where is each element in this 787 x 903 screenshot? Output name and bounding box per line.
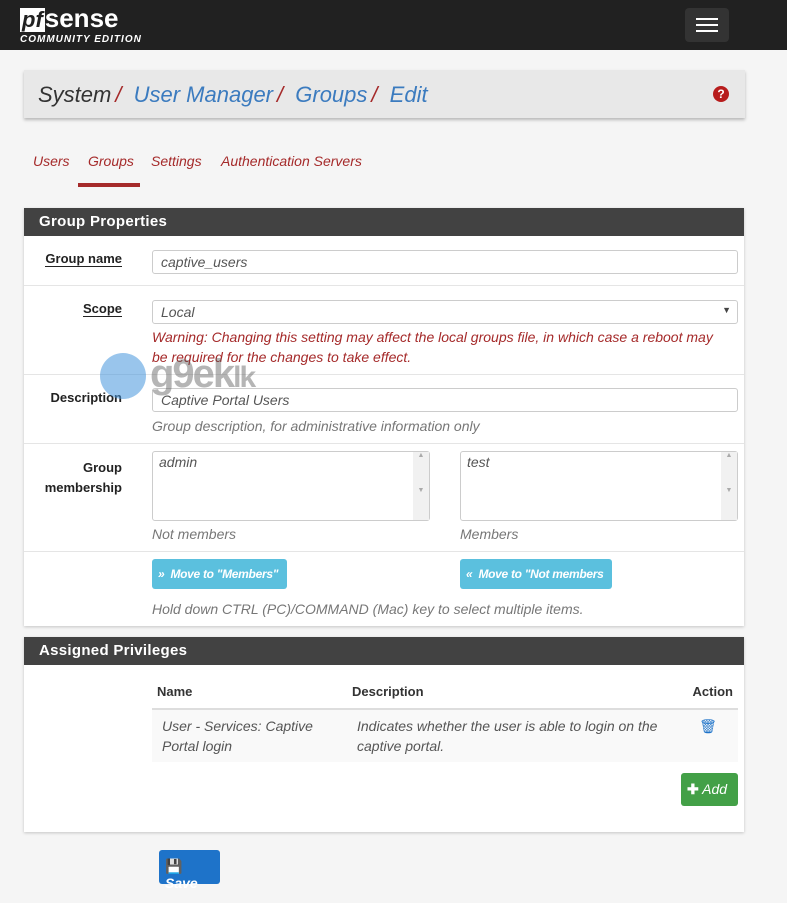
assigned-privileges-panel: Assigned Privileges Name Description Act… — [24, 637, 744, 832]
logo-subtitle: COMMUNITY EDITION — [20, 34, 142, 45]
scrollbar[interactable]: ▲ ▼ — [413, 452, 429, 520]
scope-value: Local — [161, 304, 195, 320]
tab-authentication-servers[interactable]: Authentication Servers — [221, 153, 362, 169]
column-header-action: Action — [678, 684, 738, 710]
table-row: User - Services: Captive Portal login In… — [152, 709, 738, 762]
group-name-input[interactable]: captive_users — [152, 250, 738, 274]
multi-select-help: Hold down CTRL (PC)/COMMAND (Mac) key to… — [152, 601, 584, 617]
not-members-caption: Not members — [152, 526, 237, 542]
breadcrumb-groups[interactable]: Groups — [295, 82, 367, 107]
list-item[interactable]: test — [467, 454, 731, 470]
privilege-name: User - Services: Captive Portal login — [152, 709, 347, 762]
privilege-description: Indicates whether the user is able to lo… — [347, 709, 678, 762]
floppy-disk-icon: 💾 — [165, 858, 183, 874]
description-help: Group description, for administrative in… — [152, 418, 480, 434]
group-membership-label: Group membership — [44, 460, 122, 495]
column-header-description: Description — [347, 684, 678, 710]
move-to-not-members-button[interactable]: « Move to "Not members — [460, 559, 612, 589]
members-caption: Members — [460, 526, 519, 542]
tab-groups[interactable]: Groups — [88, 153, 134, 169]
tab-settings[interactable]: Settings — [151, 153, 202, 169]
dropdown-arrow-icon: ▼ — [722, 305, 731, 315]
breadcrumb-system: System — [38, 82, 112, 107]
scrollbar[interactable]: ▲ ▼ — [721, 452, 737, 520]
panel-title: Assigned Privileges — [24, 637, 744, 665]
help-icon[interactable]: ? — [713, 86, 729, 102]
watermark-logo: g9eklk — [100, 352, 256, 400]
plus-icon: ✚ — [687, 781, 699, 797]
double-chevron-left-icon: « — [466, 567, 479, 581]
save-button[interactable]: 💾 Save — [159, 850, 220, 891]
privileges-table: Name Description Action User - Services:… — [152, 684, 738, 762]
group-properties-panel: Group Properties Group name captive_user… — [24, 208, 744, 626]
tab-users[interactable]: Users — [33, 153, 70, 169]
add-privilege-button[interactable]: ✚ Add — [681, 773, 738, 806]
trash-icon[interactable]: 🗑 — [678, 709, 738, 762]
active-tab-indicator — [78, 183, 140, 187]
breadcrumb-edit[interactable]: Edit — [390, 82, 428, 107]
list-item[interactable]: admin — [159, 454, 423, 470]
hamburger-menu-button[interactable] — [685, 8, 729, 42]
move-to-members-button[interactable]: » Move to "Members" — [152, 559, 287, 589]
pfsense-logo[interactable]: pfsense COMMUNITY EDITION — [20, 5, 142, 45]
members-list[interactable]: test ▲ ▼ — [460, 451, 738, 521]
navbar: pfsense COMMUNITY EDITION — [0, 0, 787, 50]
scope-label: Scope — [82, 301, 122, 317]
not-members-list[interactable]: admin ▲ ▼ — [152, 451, 430, 521]
scope-select[interactable]: Local ▼ — [152, 300, 738, 324]
double-chevron-right-icon: » — [158, 567, 171, 581]
breadcrumb: System / User Manager / Groups / Edit ? — [24, 70, 745, 118]
column-header-name: Name — [152, 684, 347, 710]
panel-title: Group Properties — [24, 208, 744, 236]
breadcrumb-user-manager[interactable]: User Manager — [134, 82, 273, 107]
group-name-label: Group name — [45, 251, 122, 267]
